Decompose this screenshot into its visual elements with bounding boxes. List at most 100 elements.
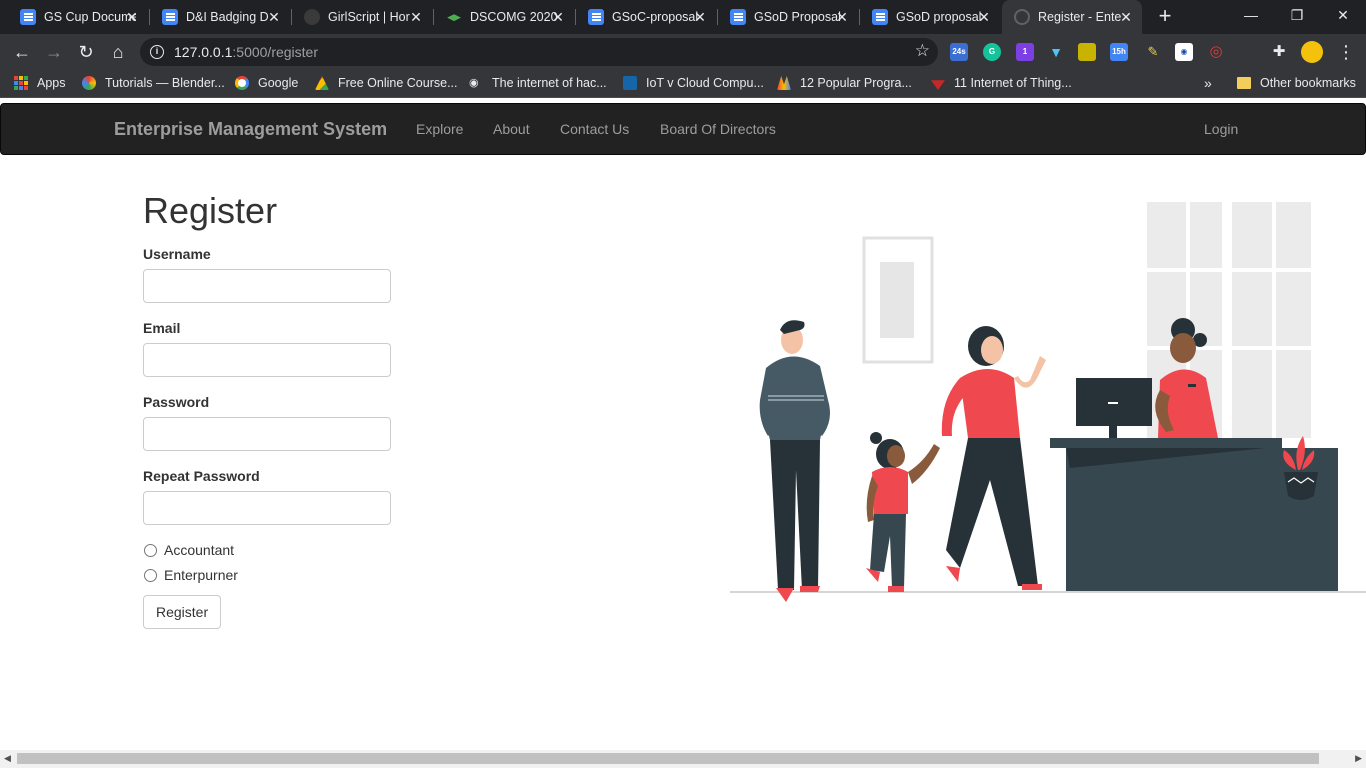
tab-gsoc-proposal[interactable]: GSoC-proposal ✕	[576, 0, 716, 34]
tab-gsod-proposal-1[interactable]: GSoD Proposal ✕	[718, 0, 858, 34]
close-icon[interactable]: ✕	[266, 9, 282, 25]
bookmark-label: Other bookmarks	[1260, 76, 1356, 90]
nav-about[interactable]: About	[493, 121, 530, 137]
close-window-button[interactable]: ✕	[1320, 0, 1366, 32]
close-icon[interactable]: ✕	[692, 9, 708, 25]
extension-badge: 15h	[1112, 47, 1126, 56]
password-input[interactable]	[143, 417, 391, 451]
tab-title: Register - Ente	[1038, 10, 1122, 24]
extension-badge-icon[interactable]: 1	[1016, 43, 1034, 61]
tab-dscomg[interactable]: ◀▶ DSCOMG 2020 ✕	[434, 0, 574, 34]
extension-timer-icon[interactable]: 24s	[950, 43, 968, 61]
profile-avatar[interactable]	[1301, 41, 1323, 63]
tab-gsod-proposal-2[interactable]: GSoD proposal ✕	[860, 0, 1000, 34]
username-input[interactable]	[143, 269, 391, 303]
more-bookmarks-chevron-icon[interactable]: »	[1204, 75, 1212, 91]
bookmark-free-courses[interactable]: Free Online Course...	[315, 76, 458, 90]
home-button[interactable]: ⌂	[106, 40, 130, 64]
bookmark-label: 12 Popular Progra...	[800, 76, 912, 90]
bookmark-other[interactable]: Other bookmarks	[1237, 76, 1356, 90]
minimize-button[interactable]: —	[1228, 0, 1274, 32]
grammarly-icon[interactable]: G	[983, 43, 1001, 61]
forward-button[interactable]: →	[42, 40, 66, 64]
accountant-label: Accountant	[164, 542, 235, 558]
bookmark-internet-hac[interactable]: ◉ The internet of hac...	[469, 76, 607, 90]
globe-icon	[1014, 9, 1030, 25]
bookmark-iot-cloud[interactable]: IoT v Cloud Compu...	[623, 76, 764, 90]
nav-board-of-directors[interactable]: Board Of Directors	[660, 121, 776, 137]
close-icon[interactable]: ✕	[976, 9, 992, 25]
nav-contact-us[interactable]: Contact Us	[560, 121, 629, 137]
picture-frame-illustration	[862, 236, 934, 364]
computer-monitor-illustration	[1076, 378, 1152, 438]
tab-di-badging[interactable]: D&I Badging D ✕	[150, 0, 290, 34]
site-navbar: Enterprise Management System Explore Abo…	[0, 103, 1366, 155]
bookmark-apps[interactable]: Apps	[14, 76, 66, 90]
notes-icon[interactable]	[1078, 43, 1096, 61]
girlscript-icon	[304, 9, 320, 25]
email-label: Email	[143, 320, 181, 336]
docs-icon	[20, 9, 36, 25]
close-icon[interactable]: ✕	[1118, 9, 1134, 25]
nav-explore[interactable]: Explore	[416, 121, 463, 137]
mother-illustration	[941, 326, 1046, 590]
menu-icon[interactable]: ⋮	[1334, 40, 1358, 64]
bookmark-google[interactable]: Google	[235, 76, 298, 90]
bookmarks-bar: Apps Tutorials — Blender... Google Free …	[0, 70, 1366, 98]
apps-icon	[14, 76, 28, 90]
filter-icon[interactable]: ▼	[1047, 43, 1065, 61]
register-button[interactable]: Register	[143, 595, 222, 629]
brand-link[interactable]: Enterprise Management System	[114, 119, 387, 140]
url-host: 127.0.0.1	[174, 44, 233, 60]
docs-icon	[730, 9, 746, 25]
email-input[interactable]	[143, 343, 391, 377]
extensions-puzzle-icon[interactable]: ✚	[1270, 43, 1288, 61]
enterpurner-radio[interactable]	[144, 568, 157, 582]
close-icon[interactable]: ✕	[408, 9, 424, 25]
info-icon[interactable]: i	[150, 45, 164, 59]
reload-button[interactable]: ↻	[74, 40, 98, 64]
dsc-icon: ◀▶	[447, 11, 461, 22]
tab-title: GSoD Proposal	[754, 10, 841, 24]
back-button[interactable]: ←	[10, 40, 34, 64]
tab-gs-cup[interactable]: GS Cup Documen ✕	[8, 0, 148, 34]
bookmark-label: The internet of hac...	[492, 76, 607, 90]
bookmark-label: IoT v Cloud Compu...	[646, 76, 764, 90]
scrollbar-thumb[interactable]	[17, 753, 1319, 764]
new-tab-button[interactable]: +	[1153, 5, 1177, 29]
repeat-password-input[interactable]	[143, 491, 391, 525]
pen-icon[interactable]: ✎	[1144, 43, 1162, 61]
scroll-left-icon[interactable]: ◀	[4, 753, 11, 764]
url-text[interactable]: 127.0.0.1:5000/register	[174, 44, 318, 60]
accountant-radio[interactable]	[144, 543, 157, 557]
browser-toolbar: ← → ↻ ⌂ i 127.0.0.1:5000/register ☆ 24s …	[0, 34, 1366, 70]
bookmark-star-icon[interactable]: ☆	[915, 41, 930, 61]
extension-red-icon[interactable]: ◎	[1207, 43, 1225, 61]
scroll-right-icon[interactable]: ▶	[1355, 753, 1362, 764]
bookmark-internet-things[interactable]: 11 Internet of Thing...	[931, 76, 1072, 90]
address-bar[interactable]: i 127.0.0.1:5000/register ☆	[140, 38, 938, 66]
tab-girlscript[interactable]: GirlScript | Hor ✕	[292, 0, 432, 34]
bookmark-label: Tutorials — Blender...	[105, 76, 225, 90]
close-icon[interactable]: ✕	[834, 9, 850, 25]
folder-icon	[1237, 77, 1251, 89]
close-icon[interactable]: ✕	[550, 9, 566, 25]
reception-desk-illustration	[1050, 438, 1338, 591]
extension-badge: 1	[1022, 47, 1028, 56]
extension-calendar-icon[interactable]: 15h	[1110, 43, 1128, 61]
bookmark-blender[interactable]: Tutorials — Blender...	[82, 76, 225, 90]
horizontal-scrollbar[interactable]: ◀ ▶	[0, 750, 1366, 768]
programs-icon	[777, 76, 791, 90]
bookmark-label: Google	[258, 76, 299, 90]
tab-title: GS Cup Documen	[44, 10, 136, 24]
restore-button[interactable]: ❐	[1274, 0, 1320, 32]
page-title: Register	[143, 190, 278, 231]
nav-login[interactable]: Login	[1204, 121, 1238, 137]
bookmark-label: Free Online Course...	[338, 76, 458, 90]
screen-icon[interactable]: ◉	[1175, 43, 1193, 61]
close-icon[interactable]: ✕	[124, 9, 140, 25]
tab-register-active[interactable]: Register - Ente ✕	[1002, 0, 1142, 34]
bookmark-popular-programs[interactable]: 12 Popular Progra...	[777, 76, 912, 90]
role-accountant-option[interactable]: Accountant	[143, 542, 234, 558]
role-enterpurner-option[interactable]: Enterpurner	[143, 567, 238, 583]
